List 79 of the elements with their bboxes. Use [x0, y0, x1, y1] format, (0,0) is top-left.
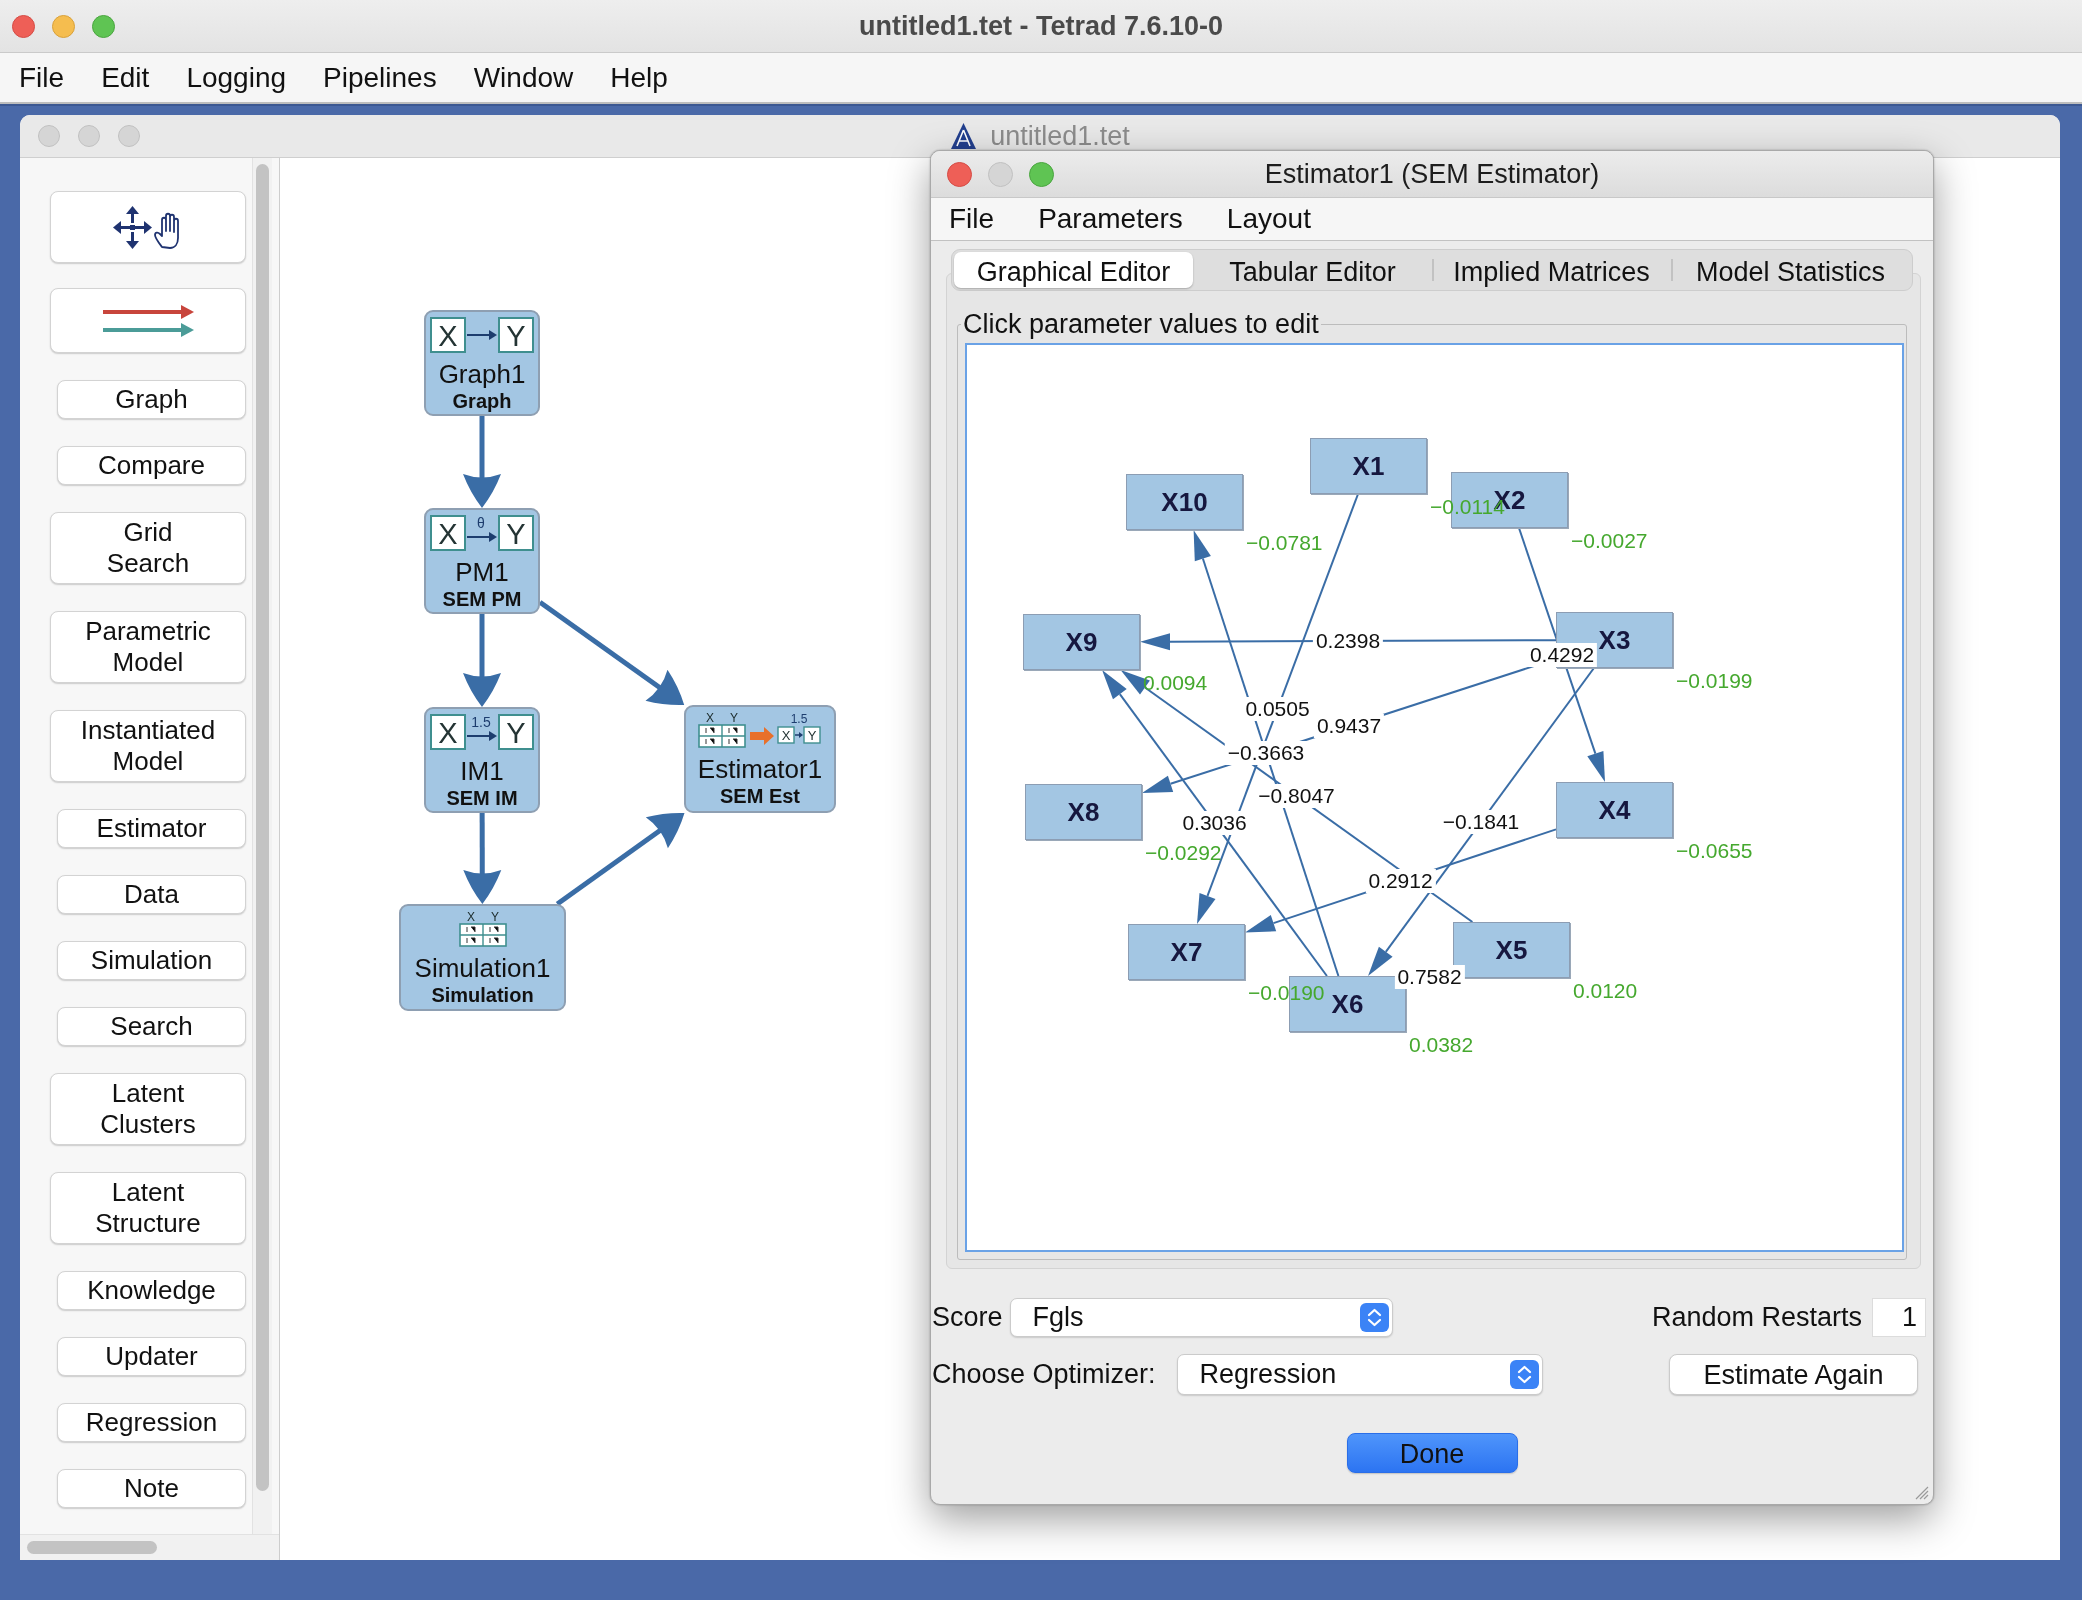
triangle-icon [950, 122, 978, 150]
toolbox-button[interactable]: Parametric Model [50, 611, 246, 683]
menu-item[interactable]: Parameters [1038, 198, 1183, 240]
node-name: Graph1 [438, 360, 526, 389]
double-arrow-icon [101, 302, 195, 339]
toolbox-button[interactable]: Compare [57, 446, 246, 485]
toolbox-button[interactable]: Simulation [57, 941, 246, 980]
window-title: Estimator1 (SEM Estimator) [1264, 157, 1600, 191]
score-label: Score [932, 1301, 1003, 1335]
scrollbar-thumb[interactable] [27, 1541, 157, 1554]
toolbox-button[interactable]: Regression [57, 1403, 246, 1442]
session-node[interactable]: X Y X Y 1.5 Estimator1 SEM Est [684, 705, 836, 813]
zoom-icon[interactable] [118, 125, 140, 147]
minimize-icon[interactable] [52, 14, 75, 38]
coefficient-label[interactable]: −0.3663 [1224, 741, 1308, 765]
session-node[interactable]: X Y Graph1 Graph [424, 310, 540, 416]
stepper-icon [1509, 1360, 1539, 1389]
window-title: untitled1.tet [990, 119, 1130, 153]
toolbox-button[interactable]: Data [57, 875, 246, 914]
coefficient-label[interactable]: 0.2912 [1365, 869, 1436, 893]
push-button[interactable]: Estimate Again [1669, 1354, 1918, 1395]
optimizer-label: Choose Optimizer: [932, 1358, 1156, 1392]
toolbox-button[interactable]: Estimator [57, 809, 246, 848]
zoom-icon[interactable] [1029, 161, 1054, 187]
restarts-label: Random Restarts [1651, 1301, 1862, 1335]
session-node[interactable]: X Y Simulation1 Simulation [399, 904, 566, 1011]
flow-tool-button[interactable] [50, 288, 246, 353]
menu-item[interactable]: File [949, 198, 995, 240]
close-icon[interactable] [38, 125, 60, 147]
node-type: Simulation [431, 985, 534, 1006]
score-dropdown[interactable]: Fgls [1009, 1298, 1393, 1337]
toolbox-button[interactable]: Search [57, 1007, 246, 1046]
stepper-icon [1359, 1303, 1389, 1332]
optimizer-dropdown[interactable]: Regression [1176, 1354, 1543, 1395]
close-icon[interactable] [12, 14, 35, 38]
coefficient-label[interactable]: 0.4292 [1526, 643, 1598, 667]
tab[interactable]: Tabular Editor [1193, 252, 1432, 288]
restarts-input[interactable]: 1 [1872, 1298, 1926, 1337]
node-type: SEM PM [442, 589, 522, 610]
scrollbar-thumb[interactable] [256, 164, 269, 1491]
node-type: SEM IM [446, 788, 518, 809]
node-name: IM1 [460, 757, 504, 786]
node-type: SEM Est [720, 786, 800, 807]
variable-node[interactable]: X4 [1556, 782, 1673, 838]
push-button[interactable]: Done [1346, 1433, 1518, 1473]
toolbox-button[interactable]: Graph [57, 380, 246, 419]
node-name: Simulation1 [414, 954, 551, 983]
menu-item[interactable]: Pipelines [323, 60, 437, 95]
toolbox-button[interactable]: Latent Clusters [50, 1073, 246, 1145]
tab[interactable]: Graphical Editor [954, 252, 1193, 288]
menu-item[interactable]: Window [473, 60, 574, 95]
variable-node[interactable]: X9 [1023, 614, 1140, 670]
toolbox-button[interactable]: Note [57, 1469, 246, 1508]
coefficient-label[interactable]: 0.7582 [1394, 965, 1465, 989]
toolbox-button[interactable]: Grid Search [50, 512, 246, 584]
resize-grip-icon[interactable] [1915, 1486, 1929, 1500]
zoom-icon[interactable] [92, 14, 115, 38]
variable-node[interactable]: X7 [1128, 924, 1245, 980]
node-name: PM1 [455, 558, 509, 587]
variable-node[interactable]: X1 [1310, 438, 1427, 494]
toolbox-button[interactable]: Knowledge [57, 1271, 246, 1310]
toolbox-button[interactable]: Latent Structure [50, 1172, 246, 1244]
menu-item[interactable]: Logging [186, 60, 287, 95]
window-title: untitled1.tet - Tetrad 7.6.10-0 [858, 9, 1224, 43]
variable-node[interactable]: X10 [1126, 474, 1243, 530]
close-icon[interactable] [947, 161, 972, 187]
toolbox-button[interactable]: Instantiated Model [50, 710, 246, 782]
menu-item[interactable]: Edit [101, 60, 150, 95]
menu-item[interactable]: File [19, 60, 65, 95]
toolbox-button[interactable]: Updater [57, 1337, 246, 1376]
minimize-icon[interactable] [988, 161, 1013, 187]
move-tool-button[interactable] [50, 191, 246, 263]
variable-node[interactable]: X8 [1025, 784, 1142, 840]
menu-item[interactable]: Help [610, 60, 668, 95]
node-name: Estimator1 [697, 755, 823, 784]
minimize-icon[interactable] [78, 125, 100, 147]
node-type: Graph [452, 391, 512, 412]
menu-item[interactable]: Layout [1226, 198, 1311, 240]
coefficient-label[interactable]: 0.9437 [1313, 714, 1385, 738]
